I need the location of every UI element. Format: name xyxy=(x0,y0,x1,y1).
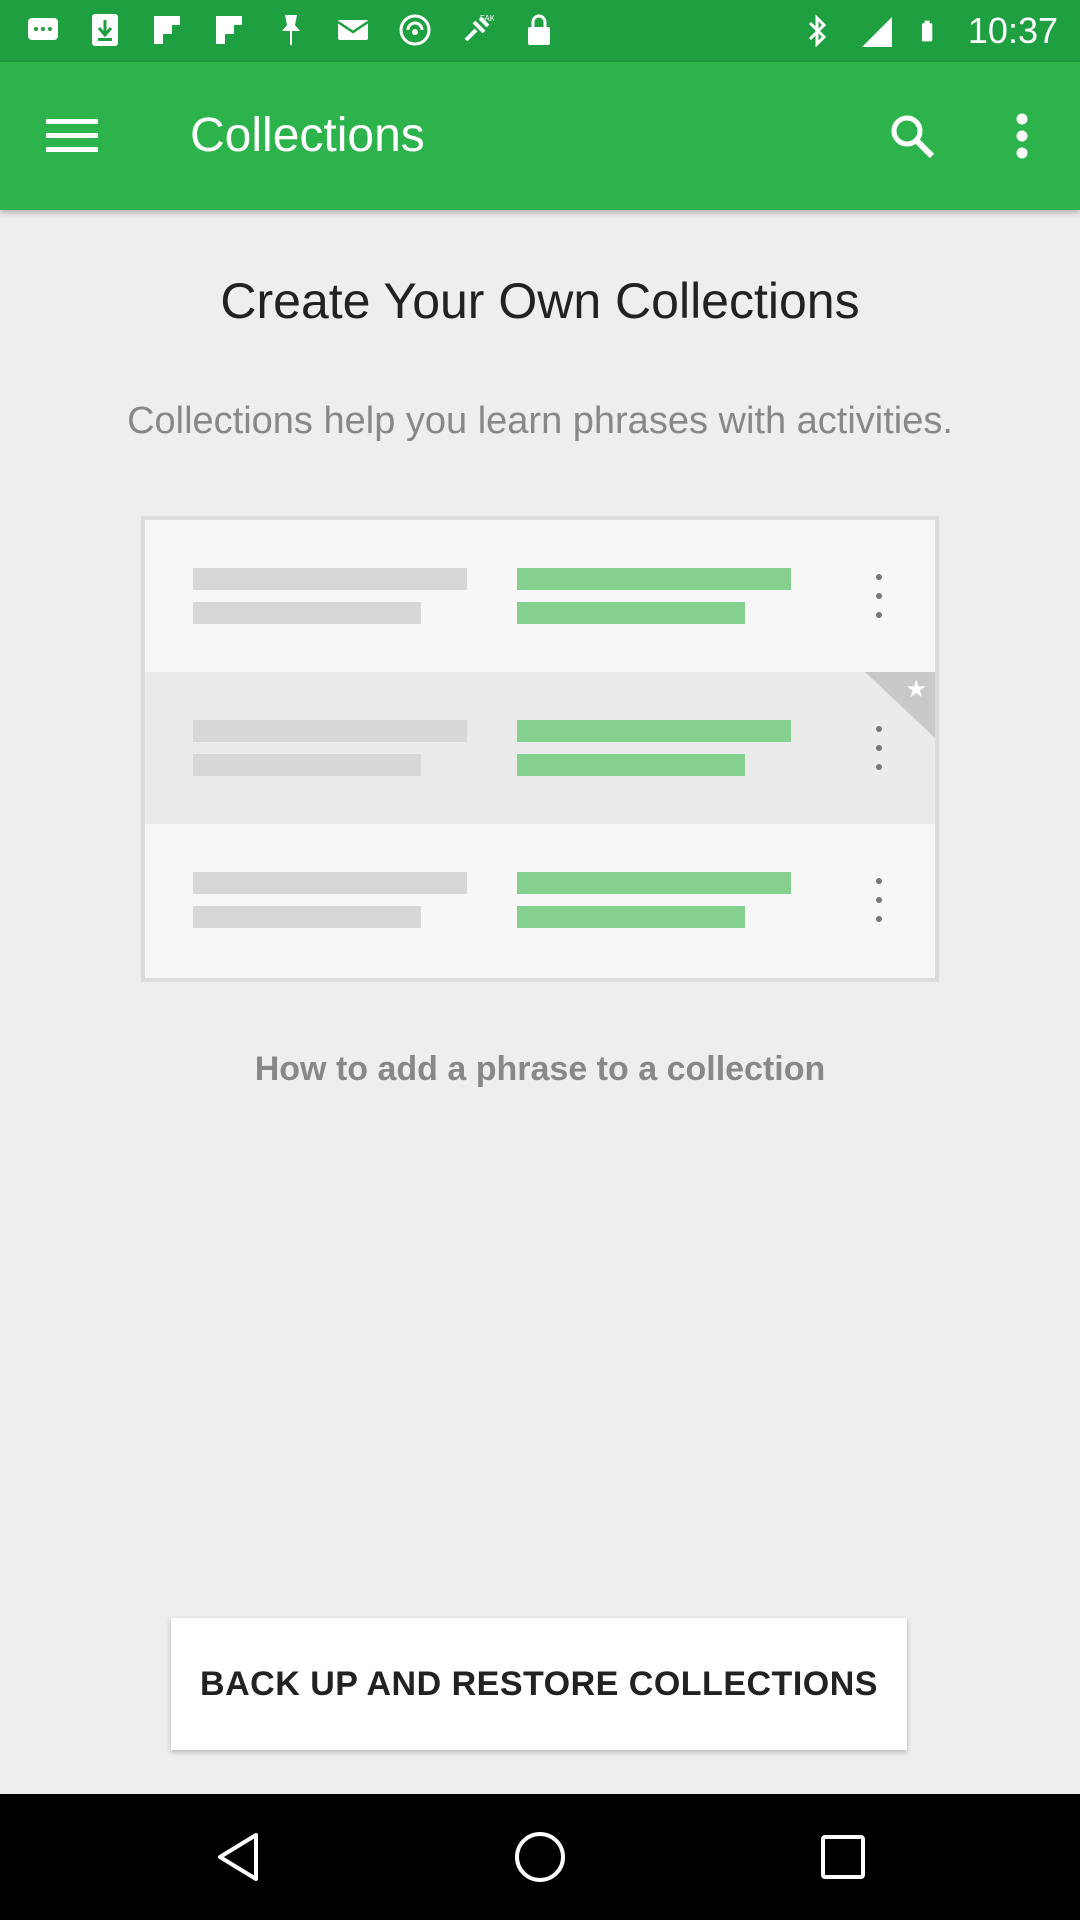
collections-illustration: ★ xyxy=(141,516,939,982)
clock: 10:37 xyxy=(967,10,1058,51)
flipboard-icon xyxy=(154,16,180,44)
illustration-bar xyxy=(517,568,791,590)
illustration-bar xyxy=(193,602,421,624)
recents-icon xyxy=(821,1835,865,1879)
app-bar: Collections xyxy=(0,62,1080,210)
home-icon xyxy=(515,1832,565,1882)
signal-icon xyxy=(861,17,892,47)
illustration-bar xyxy=(517,720,791,742)
message-icon xyxy=(28,18,58,40)
section-heading: Create Your Own Collections xyxy=(220,273,860,329)
menu-icon xyxy=(46,119,98,152)
illustration-bar xyxy=(517,906,745,928)
status-icons-right: 10:37 xyxy=(800,10,1058,52)
illustration-row xyxy=(145,672,935,824)
search-icon xyxy=(891,115,935,159)
recents-button[interactable] xyxy=(808,1822,878,1892)
navigation-bar xyxy=(0,1794,1080,1920)
illustration-bar xyxy=(193,754,421,776)
illustration-bar xyxy=(517,872,791,894)
illustration-bar xyxy=(193,568,467,590)
search-button[interactable] xyxy=(880,104,944,168)
backup-restore-button[interactable]: BACK UP AND RESTORE COLLECTIONS xyxy=(171,1618,907,1750)
battery-icon xyxy=(921,20,933,42)
svg-text:FAKE: FAKE xyxy=(480,14,494,23)
download-icon xyxy=(92,14,118,46)
mail-icon xyxy=(337,20,369,40)
illustration-bar xyxy=(517,602,745,624)
status-bar: FAKE 10:37 xyxy=(0,0,1080,62)
more-options-button[interactable] xyxy=(990,104,1054,168)
star-icon: ★ xyxy=(905,675,927,703)
section-description: Collections help you learn phrases with … xyxy=(127,400,953,442)
illustration-bar xyxy=(193,872,467,894)
fake-gps-icon: FAKE xyxy=(464,14,494,42)
howto-link[interactable]: How to add a phrase to a collection xyxy=(0,1050,1080,1089)
back-icon xyxy=(218,1833,258,1881)
illustration-bar xyxy=(193,906,421,928)
lock-icon xyxy=(528,14,550,45)
illustration-row xyxy=(145,826,935,978)
pin-icon xyxy=(282,15,300,46)
illustration-bar xyxy=(193,720,467,742)
wifi-off-icon xyxy=(399,14,431,46)
more-vert-icon xyxy=(875,574,883,618)
status-icons-left: FAKE xyxy=(26,12,556,48)
illustration-row xyxy=(145,520,935,672)
more-vert-icon xyxy=(1016,113,1028,159)
flipboard-icon xyxy=(216,16,242,44)
menu-button[interactable] xyxy=(40,106,104,166)
back-button[interactable] xyxy=(203,1822,273,1892)
bluetooth-icon xyxy=(808,14,827,48)
more-vert-icon xyxy=(875,878,883,922)
home-button[interactable] xyxy=(505,1822,575,1892)
illustration-bar xyxy=(517,754,745,776)
page-title: Collections xyxy=(190,109,425,162)
